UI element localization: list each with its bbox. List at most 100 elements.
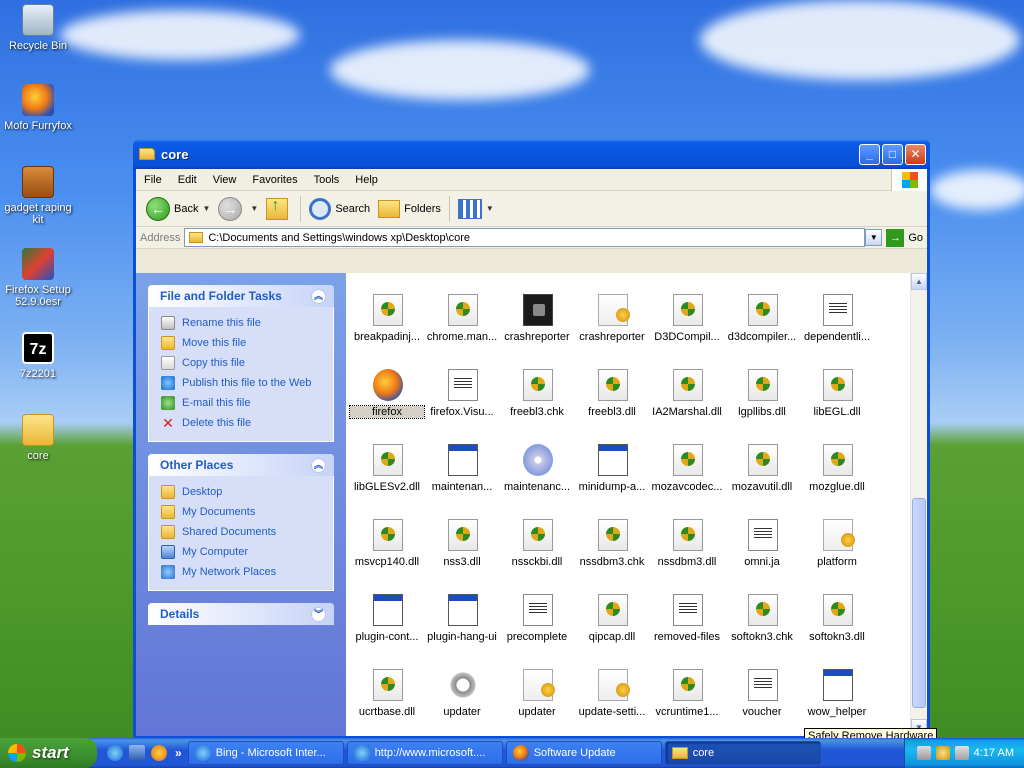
chevron-right-icon[interactable]: » [175, 746, 182, 760]
volume-icon[interactable] [954, 746, 969, 760]
file-item[interactable]: removed-files [650, 588, 725, 663]
file-item[interactable]: chrome.man... [425, 288, 500, 363]
menu-view[interactable]: View [205, 174, 245, 186]
file-item[interactable]: api-ms-win-... [350, 273, 425, 288]
chevron-down-icon[interactable]: ▼ [486, 204, 494, 213]
file-item[interactable]: nssdbm3.dll [650, 513, 725, 588]
desktop-gadget-kit[interactable]: gadget raping kit [0, 166, 76, 226]
file-item[interactable]: api-ms-win-... [425, 273, 500, 288]
file-item[interactable]: d3dcompiler... [725, 288, 800, 363]
show-desktop-icon[interactable] [129, 745, 145, 761]
file-item[interactable]: api-ms-win-... [725, 273, 800, 288]
file-item[interactable]: maintenanc... [500, 438, 575, 513]
file-item[interactable]: dependentli... [800, 288, 875, 363]
file-item[interactable]: plugin-cont... [350, 588, 425, 663]
file-item[interactable]: nss3.dll [425, 513, 500, 588]
taskbar-item-core[interactable]: core [664, 741, 821, 765]
file-item[interactable]: platform [800, 513, 875, 588]
task-publish[interactable]: Publish this file to the Web [161, 373, 321, 393]
scroll-up-button[interactable]: ▲ [911, 273, 927, 290]
close-button[interactable]: ✕ [905, 143, 926, 165]
file-item[interactable]: wow_helper [800, 663, 875, 736]
file-item[interactable]: voucher [725, 663, 800, 736]
panel-header[interactable]: Details ︾ [148, 603, 334, 625]
collapse-icon[interactable]: ︽ [311, 457, 326, 473]
file-item[interactable]: mozavcodec... [650, 438, 725, 513]
file-item[interactable]: libGLESv2.dll [350, 438, 425, 513]
file-item[interactable]: lgpllibs.dll [725, 363, 800, 438]
search-button[interactable]: Search [305, 194, 374, 224]
file-item[interactable]: minidump-a... [575, 438, 650, 513]
file-item[interactable]: IA2Marshal.dll [650, 363, 725, 438]
file-item[interactable]: api-ms-win-... [500, 273, 575, 288]
file-item[interactable]: msvcp140.dll [350, 513, 425, 588]
desktop-core-folder[interactable]: core [0, 414, 76, 462]
go-button[interactable]: → Go [886, 228, 923, 247]
file-item[interactable]: precomplete [500, 588, 575, 663]
taskbar-item-microsoft[interactable]: http://www.microsoft.... [346, 741, 503, 765]
title-bar[interactable]: core _ □ ✕ [133, 139, 930, 169]
file-item[interactable]: maintenan... [425, 438, 500, 513]
file-item[interactable]: nssckbi.dll [500, 513, 575, 588]
chevron-down-icon[interactable]: ▼ [202, 204, 210, 213]
chevron-down-icon[interactable]: ▼ [250, 204, 258, 213]
file-item[interactable]: application [800, 273, 875, 288]
desktop-recycle-bin[interactable]: Recycle Bin [0, 4, 76, 52]
menu-edit[interactable]: Edit [170, 174, 205, 186]
file-item[interactable]: api-ms-win-... [650, 273, 725, 288]
back-button[interactable]: ← Back ▼ [142, 194, 214, 224]
task-email[interactable]: E-mail this file [161, 393, 321, 413]
file-item[interactable]: nssdbm3.chk [575, 513, 650, 588]
file-item[interactable]: api-ms-win-... [575, 273, 650, 288]
place-network[interactable]: My Network Places [161, 562, 321, 582]
file-item[interactable]: softokn3.chk [725, 588, 800, 663]
taskbar-item-software-update[interactable]: Software Update [505, 741, 662, 765]
desktop-firefox-setup[interactable]: Firefox Setup 52.9.0esr [0, 248, 76, 308]
file-item[interactable]: libEGL.dll [800, 363, 875, 438]
maximize-button[interactable]: □ [882, 143, 903, 165]
file-item[interactable]: freebl3.dll [575, 363, 650, 438]
file-item[interactable]: breakpadinj... [350, 288, 425, 363]
desktop-7z2201[interactable]: 7z 7z2201 [0, 332, 76, 380]
file-item[interactable]: D3DCompil... [650, 288, 725, 363]
file-item[interactable]: firefox [349, 363, 425, 438]
file-item[interactable]: plugin-hang-ui [425, 588, 500, 663]
menu-help[interactable]: Help [347, 174, 386, 186]
file-item[interactable]: omni.ja [725, 513, 800, 588]
place-my-documents[interactable]: My Documents [161, 502, 321, 522]
address-dropdown-button[interactable]: ▼ [865, 229, 883, 246]
views-button[interactable]: ▼ [454, 194, 498, 224]
file-item[interactable]: freebl3.chk [500, 363, 575, 438]
desktop-mofo-furryfox[interactable]: Mofo Furryfox [0, 84, 76, 132]
scroll-thumb[interactable] [912, 498, 926, 708]
expand-icon[interactable]: ︾ [311, 606, 326, 622]
file-item[interactable]: mozavutil.dll [725, 438, 800, 513]
task-rename[interactable]: Rename this file [161, 313, 321, 333]
clock[interactable]: 4:17 AM [974, 747, 1014, 759]
file-item[interactable]: vcruntime1... [650, 663, 725, 736]
place-shared-documents[interactable]: Shared Documents [161, 522, 321, 542]
file-item[interactable]: softokn3.dll [800, 588, 875, 663]
task-delete[interactable]: ✕ Delete this file [161, 413, 321, 433]
task-move[interactable]: Move this file [161, 333, 321, 353]
up-button[interactable] [262, 194, 296, 224]
panel-header[interactable]: File and Folder Tasks ︽ [148, 285, 334, 307]
shield-icon[interactable] [935, 746, 950, 760]
file-item[interactable]: crashreporter [575, 288, 650, 363]
folders-button[interactable]: Folders [374, 194, 445, 224]
safely-remove-hardware-icon[interactable] [916, 746, 931, 760]
panel-header[interactable]: Other Places ︽ [148, 454, 334, 476]
vertical-scrollbar[interactable]: ▲ ▼ [910, 273, 927, 736]
file-item[interactable]: mozglue.dll [800, 438, 875, 513]
place-desktop[interactable]: Desktop [161, 482, 321, 502]
file-item[interactable]: qipcap.dll [575, 588, 650, 663]
file-item[interactable]: ucrtbase.dll [350, 663, 425, 736]
place-my-computer[interactable]: My Computer [161, 542, 321, 562]
internet-explorer-icon[interactable] [107, 745, 123, 761]
task-copy[interactable]: Copy this file [161, 353, 321, 373]
forward-button[interactable]: → ▼ [214, 194, 262, 224]
menu-file[interactable]: File [136, 174, 170, 186]
menu-favorites[interactable]: Favorites [244, 174, 305, 186]
menu-tools[interactable]: Tools [306, 174, 348, 186]
address-input[interactable]: C:\Documents and Settings\windows xp\Des… [184, 228, 866, 247]
